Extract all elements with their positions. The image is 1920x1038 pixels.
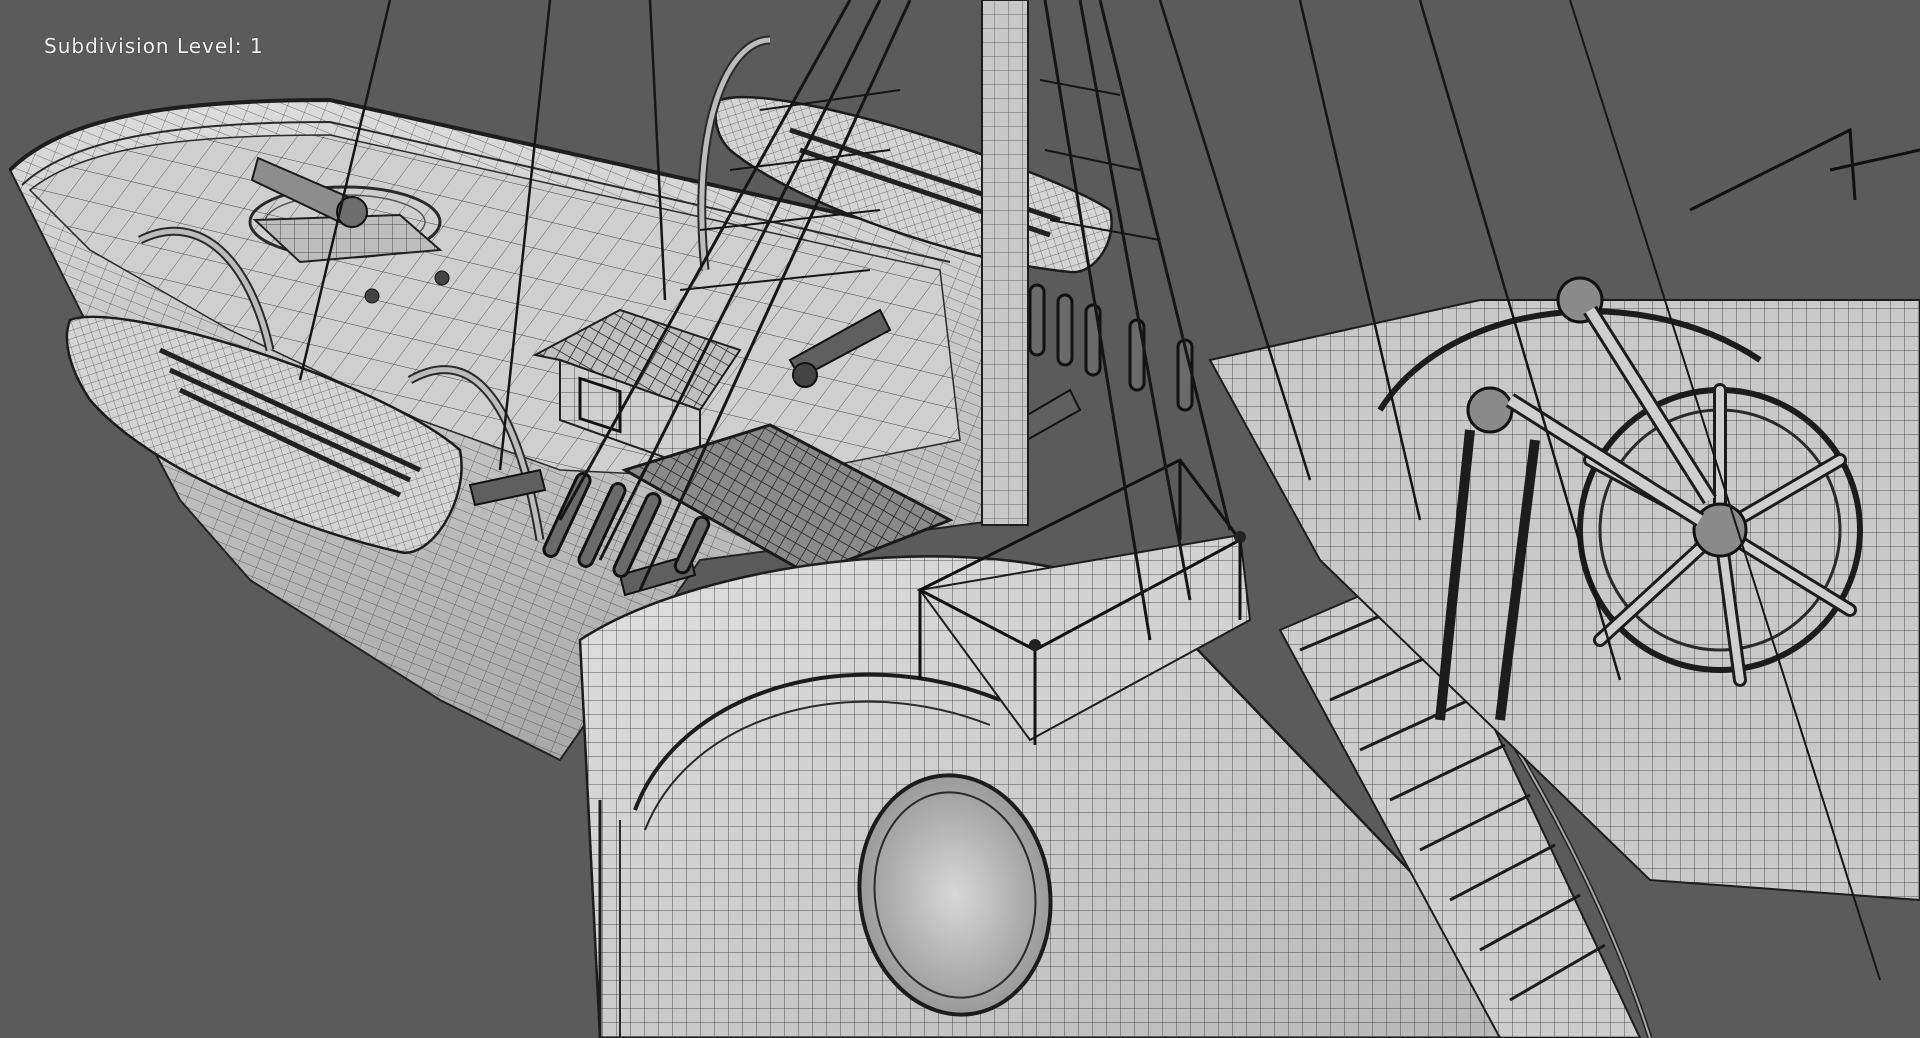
- subdivision-level-label: Subdivision Level: 1: [44, 34, 264, 58]
- 3d-viewport[interactable]: Subdivision Level: 1: [0, 0, 1920, 1038]
- ship-wireframe-render: [8, 0, 1920, 1038]
- mast: [981, 0, 1029, 526]
